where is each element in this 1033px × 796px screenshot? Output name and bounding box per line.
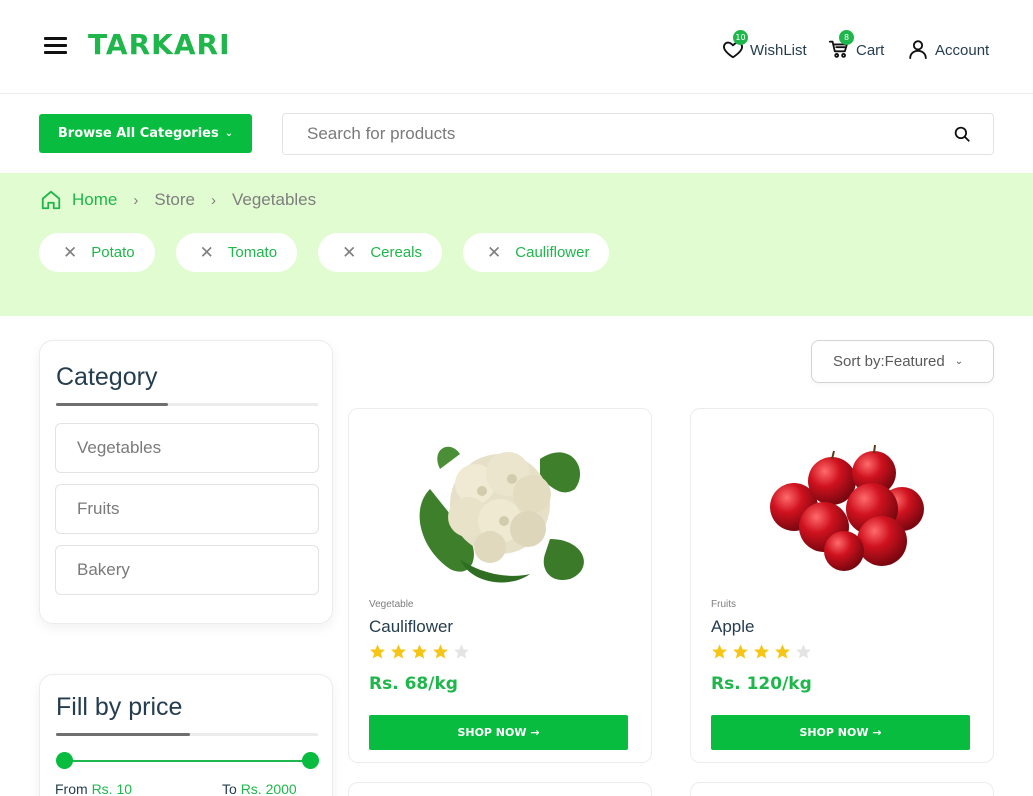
title-underline xyxy=(56,403,318,406)
product-name[interactable]: Apple xyxy=(711,617,754,637)
cart-icon: 8 xyxy=(828,30,854,60)
star-filled-icon xyxy=(775,644,790,659)
filter-tag-label: Cereals xyxy=(370,244,423,261)
category-item-fruits[interactable]: Fruits xyxy=(55,484,319,534)
close-icon[interactable]: ✕ xyxy=(200,243,214,263)
product-rating xyxy=(711,643,816,660)
product-name[interactable]: Cauliflower xyxy=(369,617,453,637)
filter-tag[interactable]: ✕ Potato xyxy=(39,233,155,272)
chevron-down-icon: ⌄ xyxy=(224,128,234,139)
product-card[interactable] xyxy=(348,782,652,796)
chevron-right-icon: › xyxy=(211,191,216,209)
account-button[interactable]: Account xyxy=(907,34,989,60)
browse-categories-button[interactable]: Browse All Categories ⌄ xyxy=(39,114,252,153)
category-item-vegetables[interactable]: Vegetables xyxy=(55,423,319,473)
filter-tag-label: Cauliflower xyxy=(515,244,590,261)
product-card[interactable]: Fruits Apple Rs. 120/kg SHOP NOW → xyxy=(690,408,994,763)
chevron-right-icon: › xyxy=(133,191,139,209)
price-to-value: Rs. 2000 xyxy=(240,781,297,796)
category-item-bakery[interactable]: Bakery xyxy=(55,545,319,595)
search-icon[interactable] xyxy=(953,125,971,143)
star-filled-icon xyxy=(391,644,406,659)
cart-count-badge: 8 xyxy=(839,30,854,45)
chevron-down-icon: ⌄ xyxy=(954,356,964,367)
site-logo[interactable]: TARKARI xyxy=(88,28,231,61)
shop-now-button[interactable]: SHOP NOW → xyxy=(369,715,628,750)
sort-label: Sort by:Featured xyxy=(833,353,945,370)
product-price: Rs. 68/kg xyxy=(369,674,458,694)
star-filled-icon xyxy=(754,644,769,659)
price-filter-title: Fill by price xyxy=(56,693,183,721)
cart-label: Cart xyxy=(856,42,885,59)
sort-dropdown[interactable]: Sort by:Featured ⌄ xyxy=(811,340,994,383)
product-card[interactable]: Vegetable Cauliflower Rs. 68/kg SHOP NOW… xyxy=(348,408,652,763)
price-filter-panel: Fill by price From Rs. 10 To Rs. 2000 xyxy=(39,674,333,796)
filter-tag-label: Potato xyxy=(91,244,135,261)
breadcrumb-home[interactable]: Home xyxy=(72,190,117,210)
account-label: Account xyxy=(935,42,990,59)
product-rating xyxy=(369,643,474,660)
product-card[interactable] xyxy=(690,782,994,796)
heart-icon: 10 xyxy=(722,30,748,60)
shop-now-button[interactable]: SHOP NOW → xyxy=(711,715,970,750)
user-icon xyxy=(907,38,929,60)
price-slider-max-handle[interactable] xyxy=(302,752,319,769)
site-header: TARKARI 10 WishList 8 Cart Account xyxy=(0,0,1033,94)
close-icon[interactable]: ✕ xyxy=(63,243,77,263)
wishlist-label: WishList xyxy=(750,42,807,59)
breadcrumb-vegetables[interactable]: Vegetables xyxy=(232,190,316,210)
price-slider-track[interactable] xyxy=(64,760,310,762)
category-title: Category xyxy=(56,363,158,391)
close-icon[interactable]: ✕ xyxy=(342,243,356,263)
filter-tag[interactable]: ✕ Cauliflower xyxy=(463,233,610,272)
cauliflower-image[interactable] xyxy=(400,429,600,589)
menu-icon[interactable] xyxy=(44,37,67,55)
star-filled-icon xyxy=(412,644,427,659)
price-from-label: From xyxy=(55,781,88,796)
apple-image[interactable] xyxy=(742,429,942,589)
price-to-label: To xyxy=(222,781,237,796)
search-input[interactable] xyxy=(307,114,947,154)
filter-tag[interactable]: ✕ Tomato xyxy=(175,233,298,272)
filter-tag-label: Tomato xyxy=(227,244,278,261)
search-bar xyxy=(282,113,994,155)
star-filled-icon xyxy=(712,644,727,659)
home-icon[interactable] xyxy=(40,189,62,211)
category-panel: Category Vegetables Fruits Bakery xyxy=(39,340,333,624)
product-category: Vegetable xyxy=(369,599,414,610)
product-price: Rs. 120/kg xyxy=(711,674,812,694)
close-icon[interactable]: ✕ xyxy=(487,243,501,263)
wishlist-button[interactable]: 10 WishList xyxy=(722,30,807,60)
price-to: To Rs. 2000 xyxy=(222,781,297,796)
star-filled-icon xyxy=(733,644,748,659)
star-empty-icon xyxy=(454,644,469,659)
breadcrumb-band: Home › Store › Vegetables ✕ Potato ✕ Tomat… xyxy=(0,173,1033,316)
cart-button[interactable]: 8 Cart xyxy=(828,30,885,60)
price-from: From Rs. 10 xyxy=(55,781,132,796)
browse-categories-label: Browse All Categories xyxy=(57,126,219,141)
breadcrumb: Home › Store › Vegetables xyxy=(40,189,316,211)
title-underline xyxy=(56,733,318,736)
price-from-value: Rs. 10 xyxy=(91,781,133,796)
product-category: Fruits xyxy=(711,599,736,610)
star-filled-icon xyxy=(433,644,448,659)
filter-tag-list: ✕ Potato ✕ Tomato ✕ Cereals ✕ Cauliflower xyxy=(39,233,630,272)
filter-tag[interactable]: ✕ Cereals xyxy=(318,233,443,272)
star-filled-icon xyxy=(370,644,385,659)
breadcrumb-store[interactable]: Store xyxy=(154,190,195,210)
wishlist-count-badge: 10 xyxy=(733,30,748,45)
star-empty-icon xyxy=(796,644,811,659)
price-slider-min-handle[interactable] xyxy=(56,752,73,769)
